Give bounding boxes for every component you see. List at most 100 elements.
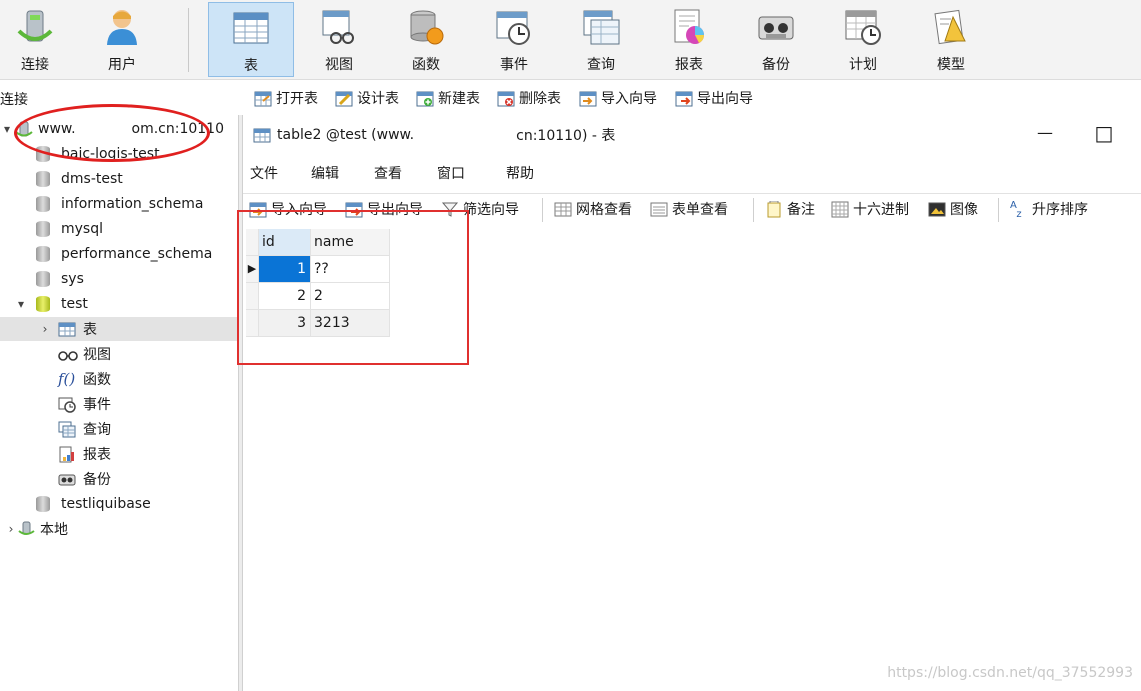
toolbar-schedule-button[interactable]: 计划: [820, 2, 906, 77]
grid-icon: [554, 201, 572, 218]
window-title-left: table2 @test (www.: [277, 127, 415, 143]
delete-table-button[interactable]: 删除表: [497, 87, 561, 109]
tree-test-events[interactable]: 事件: [0, 392, 238, 416]
toolbar-view-button[interactable]: 视图: [296, 2, 382, 77]
function-icon: [406, 7, 446, 47]
chevron-down-icon[interactable]: ▾: [0, 122, 14, 136]
table-icon: [58, 321, 76, 338]
form-icon: [650, 201, 668, 218]
sort-ascending-icon: A z: [1010, 199, 1022, 220]
toolbar-table-button[interactable]: 表: [208, 2, 294, 77]
query-icon: [58, 421, 76, 438]
toolbar-model-button[interactable]: 模型: [908, 2, 994, 77]
import-icon: [579, 90, 597, 107]
chevron-down-icon[interactable]: ▾: [14, 297, 28, 311]
toolbar-separator: [753, 198, 754, 222]
tree-connection-local[interactable]: › 本地: [0, 517, 238, 541]
toolbar-report-button[interactable]: 报表: [646, 2, 732, 77]
minimize-icon[interactable]: —: [1025, 123, 1065, 147]
database-icon: [36, 246, 50, 262]
menu-view[interactable]: 查看: [374, 163, 402, 183]
connect-icon: [15, 7, 55, 47]
database-open-icon: [36, 296, 50, 312]
function-icon: f(): [58, 369, 76, 388]
main-toolbar: 连接 用户 表 视图 函数 事件 查询 报表 备份 计划 模型: [0, 0, 1141, 80]
image-icon: [928, 201, 946, 218]
model-icon: [931, 7, 971, 47]
connection-pane-caption: 连接: [0, 92, 28, 108]
table-window: table2 @test (www. cn:10110) - 表 — □ 文件 …: [243, 115, 1141, 691]
open-table-button[interactable]: 打开表: [254, 87, 318, 109]
import-wizard-button[interactable]: 导入向导: [579, 87, 657, 109]
database-icon: [36, 221, 50, 237]
window-title-right: cn:10110) - 表: [516, 128, 616, 144]
design-table-button[interactable]: 设计表: [335, 87, 399, 109]
annotation-rectangle: [237, 210, 469, 365]
report-icon: [669, 7, 709, 47]
tree-db-mysql[interactable]: mysql: [0, 217, 238, 241]
watermark: https://blog.csdn.net/qq_37552993: [887, 665, 1133, 681]
tree-db-performance-schema[interactable]: performance_schema: [0, 242, 238, 266]
chevron-right-icon[interactable]: ›: [38, 322, 52, 336]
chevron-right-icon[interactable]: ›: [4, 522, 18, 536]
schedule-icon: [843, 7, 883, 47]
toolbar-backup-button[interactable]: 备份: [733, 2, 819, 77]
backup-icon: [756, 7, 796, 47]
tree-db-sys[interactable]: sys: [0, 267, 238, 291]
menu-bar: 文件 编辑 查看 窗口 帮助: [243, 159, 1141, 185]
memo-button[interactable]: 备注: [765, 198, 815, 220]
open-table-icon: [254, 90, 272, 107]
toolbar-separator: [542, 198, 543, 222]
database-icon: [36, 196, 50, 212]
annotation-ellipse: [14, 104, 210, 162]
tree-db-information-schema[interactable]: information_schema: [0, 192, 238, 216]
tree-test-backups[interactable]: 备份: [0, 467, 238, 491]
report-icon: [58, 446, 76, 463]
maximize-icon[interactable]: □: [1084, 121, 1124, 145]
hex-button[interactable]: 十六进制: [831, 198, 909, 220]
menu-file[interactable]: 文件: [250, 163, 278, 183]
menu-window[interactable]: 窗口: [437, 163, 465, 183]
tree-db-test[interactable]: ▾ test: [0, 292, 238, 316]
export-wizard-button[interactable]: 导出向导: [675, 87, 753, 109]
note-icon: [765, 200, 783, 218]
event-icon: [58, 396, 76, 413]
tree-test-views[interactable]: 视图: [0, 342, 238, 366]
view-icon: [58, 346, 78, 363]
view-icon: [319, 7, 359, 47]
delete-table-icon: [497, 90, 515, 107]
window-title-bar: table2 @test (www. cn:10110) - 表: [243, 115, 1141, 155]
toolbar-connect-button[interactable]: 连接: [0, 2, 78, 77]
table-icon: [253, 127, 271, 144]
new-table-icon: [416, 90, 434, 107]
tree-db-testliquibase[interactable]: testliquibase: [0, 492, 238, 516]
sort-ascending-button[interactable]: A z 升序排序: [1010, 198, 1088, 220]
toolbar-query-button[interactable]: 查询: [558, 2, 644, 77]
toolbar-separator: [998, 198, 999, 222]
query-icon: [581, 7, 621, 47]
new-table-button[interactable]: 新建表: [416, 87, 480, 109]
menu-edit[interactable]: 编辑: [311, 163, 339, 183]
tree-test-tables[interactable]: › 表: [0, 317, 238, 341]
database-icon: [36, 496, 50, 512]
connection-tree: ▾ www. om.cn:10110 baic-logis-test dms-t…: [0, 115, 238, 691]
form-view-button[interactable]: 表单查看: [650, 198, 728, 220]
database-icon: [36, 271, 50, 287]
event-icon: [494, 7, 534, 47]
image-button[interactable]: 图像: [928, 198, 978, 220]
tree-test-queries[interactable]: 查询: [0, 417, 238, 441]
menu-help[interactable]: 帮助: [506, 163, 534, 183]
tree-db-dms-test[interactable]: dms-test: [0, 167, 238, 191]
backup-icon: [58, 471, 76, 488]
design-table-icon: [335, 90, 353, 107]
toolbar-event-button[interactable]: 事件: [471, 2, 557, 77]
toolbar-separator: [188, 8, 189, 72]
table-icon: [231, 8, 271, 48]
export-icon: [675, 90, 693, 107]
grid-view-button[interactable]: 网格查看: [554, 198, 632, 220]
toolbar-user-button[interactable]: 用户: [79, 2, 165, 77]
tree-test-functions[interactable]: f() 函数: [0, 367, 238, 391]
database-icon: [36, 171, 50, 187]
tree-test-reports[interactable]: 报表: [0, 442, 238, 466]
toolbar-function-button[interactable]: 函数: [383, 2, 469, 77]
